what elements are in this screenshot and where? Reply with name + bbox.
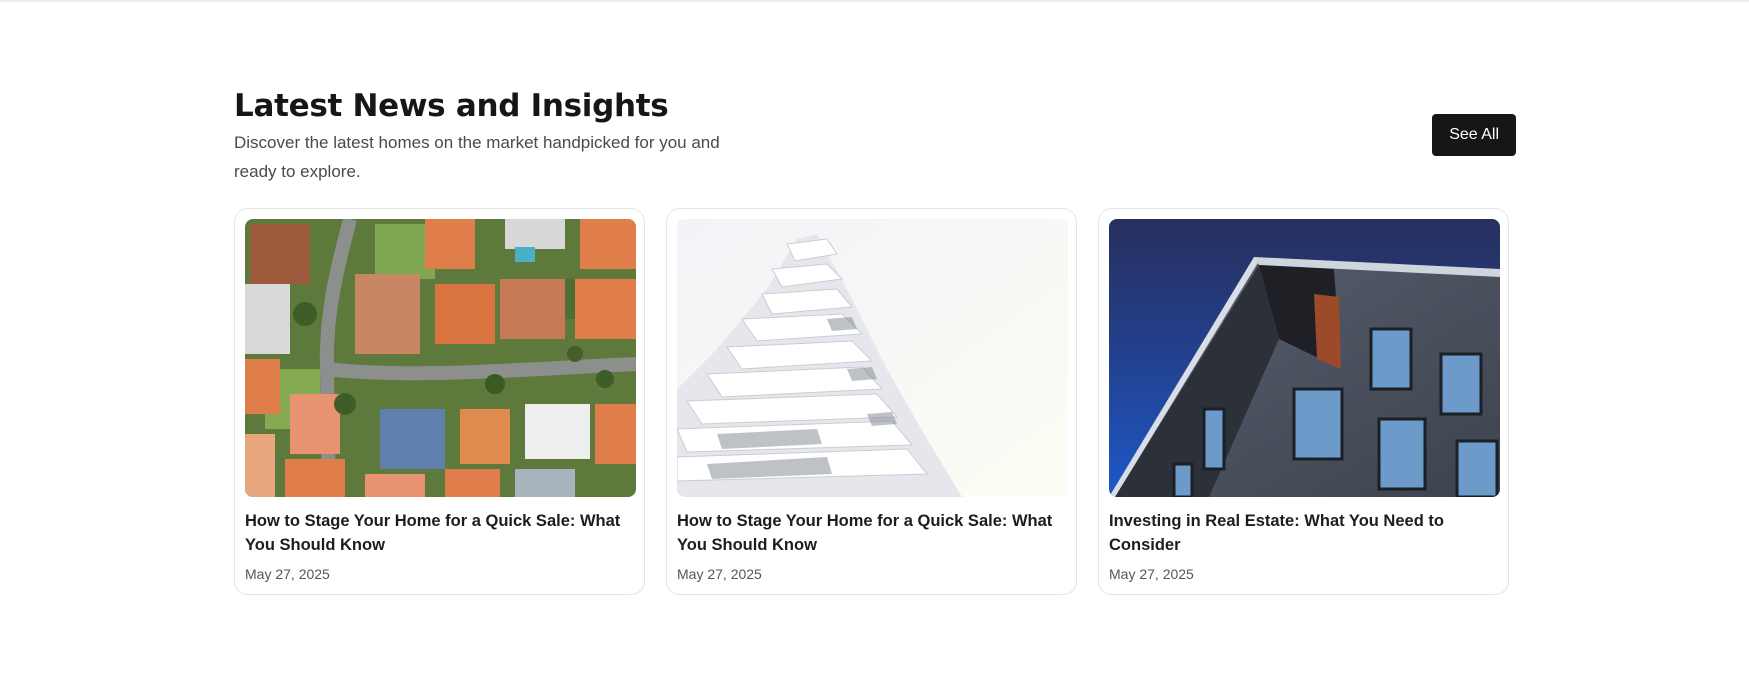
- section-header: Latest News and Insights Discover the la…: [234, 86, 1516, 188]
- news-card[interactable]: How to Stage Your Home for a Quick Sale:…: [666, 208, 1077, 595]
- card-title[interactable]: Investing in Real Estate: What You Need …: [1109, 509, 1498, 557]
- section-subtitle: Discover the latest homes on the market …: [234, 133, 720, 181]
- card-title[interactable]: How to Stage Your Home for a Quick Sale:…: [245, 509, 634, 557]
- card-image: [677, 219, 1068, 497]
- news-section: Latest News and Insights Discover the la…: [234, 86, 1516, 595]
- card-title[interactable]: How to Stage Your Home for a Quick Sale:…: [677, 509, 1066, 557]
- card-date: May 27, 2025: [677, 566, 762, 582]
- white-modern-tower-photo: [677, 219, 1068, 497]
- card-image: [1109, 219, 1500, 497]
- news-card-list: How to Stage Your Home for a Quick Sale:…: [234, 208, 1516, 595]
- news-card[interactable]: Investing in Real Estate: What You Need …: [1098, 208, 1509, 595]
- section-title: Latest News and Insights: [234, 88, 669, 124]
- see-all-button[interactable]: See All: [1432, 114, 1516, 156]
- card-image: [245, 219, 636, 497]
- news-card[interactable]: How to Stage Your Home for a Quick Sale:…: [234, 208, 645, 595]
- top-divider: [0, 0, 1749, 2]
- card-date: May 27, 2025: [1109, 566, 1194, 582]
- dark-brick-building-photo: [1109, 219, 1500, 497]
- aerial-neighborhood-photo: [245, 219, 636, 497]
- card-date: May 27, 2025: [245, 566, 330, 582]
